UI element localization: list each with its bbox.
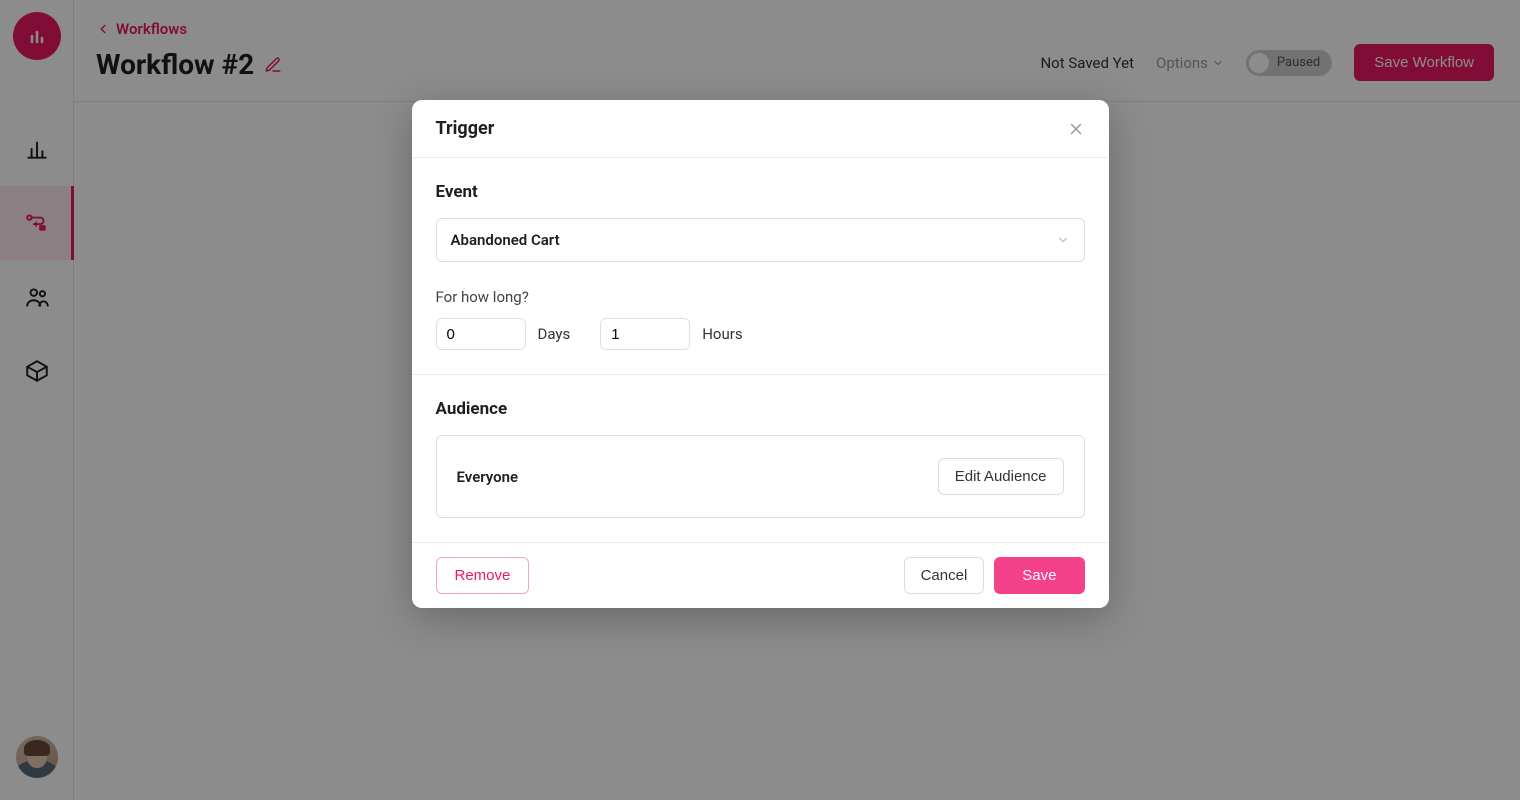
modal-title: Trigger	[436, 118, 495, 139]
modal-overlay[interactable]: Trigger Event Abandoned Cart For how lon…	[0, 0, 1520, 800]
hours-unit: Hours	[702, 325, 742, 343]
save-button[interactable]: Save	[994, 557, 1084, 594]
modal-footer: Remove Cancel Save	[412, 542, 1109, 608]
edit-audience-button[interactable]: Edit Audience	[938, 458, 1064, 495]
event-select[interactable]: Abandoned Cart	[436, 218, 1085, 262]
cancel-button[interactable]: Cancel	[904, 557, 985, 594]
days-unit: Days	[538, 325, 571, 343]
audience-box: Everyone Edit Audience	[436, 435, 1085, 518]
audience-name: Everyone	[457, 468, 519, 486]
event-section: Event Abandoned Cart For how long? Days …	[412, 158, 1109, 374]
close-icon	[1067, 120, 1085, 138]
duration-question: For how long?	[436, 288, 1085, 306]
modal-header: Trigger	[412, 100, 1109, 158]
audience-section: Audience Everyone Edit Audience	[412, 375, 1109, 542]
trigger-modal: Trigger Event Abandoned Cart For how lon…	[412, 100, 1109, 608]
remove-button[interactable]: Remove	[436, 557, 530, 594]
event-selected-value: Abandoned Cart	[451, 231, 560, 249]
audience-section-title: Audience	[436, 399, 1085, 419]
close-button[interactable]	[1067, 120, 1085, 138]
days-input[interactable]	[436, 318, 526, 350]
event-section-title: Event	[436, 182, 1085, 202]
hours-input[interactable]	[600, 318, 690, 350]
chevron-down-icon	[1056, 233, 1070, 247]
